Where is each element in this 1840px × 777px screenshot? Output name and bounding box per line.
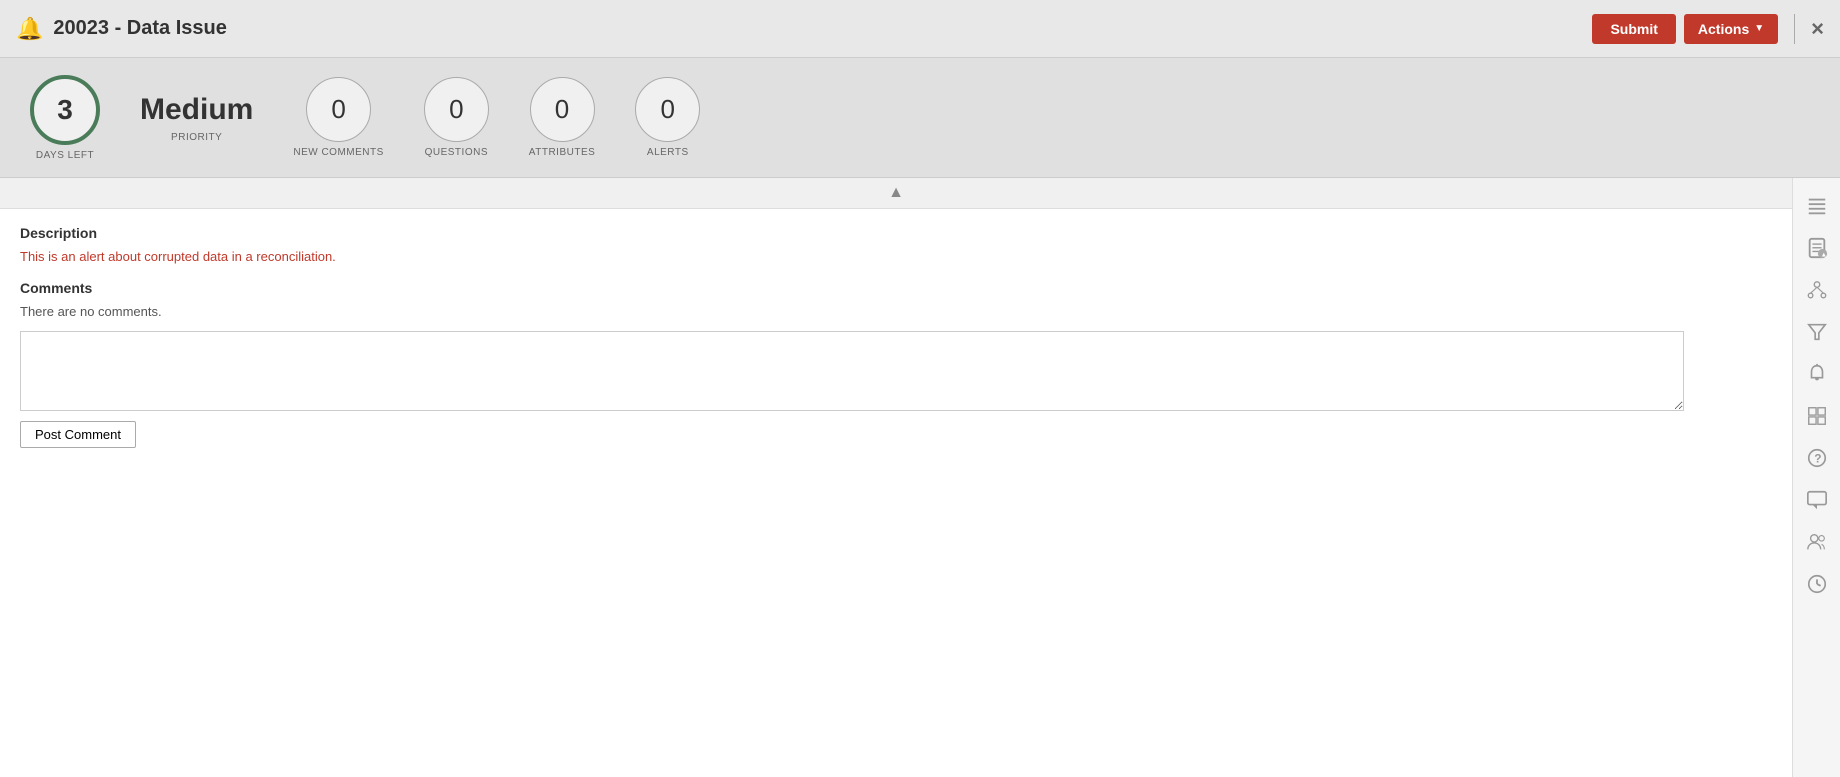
app-header: 🔔 20023 - Data Issue Submit Actions ×: [0, 0, 1840, 58]
list-icon[interactable]: [1797, 186, 1837, 226]
svg-text:▲: ▲: [1820, 251, 1826, 258]
svg-text:?: ?: [1814, 452, 1821, 466]
days-left-stat: 3 DAYS LEFT: [30, 75, 100, 161]
attributes-stat: 0 ATTRIBUTES: [529, 77, 595, 158]
question-icon[interactable]: ?: [1797, 438, 1837, 478]
description-text: This is an alert about corrupted data in…: [20, 249, 1772, 264]
description-section: Description This is an alert about corru…: [0, 209, 1792, 464]
priority-stat: Medium PRIORITY: [140, 93, 253, 143]
priority-value: Medium: [140, 93, 253, 127]
actions-button[interactable]: Actions: [1684, 14, 1778, 44]
users-icon[interactable]: [1797, 522, 1837, 562]
bell-icon: 🔔: [16, 16, 43, 42]
collapse-button[interactable]: ▲: [888, 184, 904, 202]
workflow-icon[interactable]: [1797, 270, 1837, 310]
header-actions: Submit Actions ×: [1592, 14, 1824, 44]
content-panel: ▲ Description This is an alert about cor…: [0, 178, 1792, 777]
questions-circle: 0: [424, 77, 489, 142]
new-comments-label: NEW COMMENTS: [293, 147, 383, 158]
stats-bar: 3 DAYS LEFT Medium PRIORITY 0 NEW COMMEN…: [0, 58, 1840, 178]
clock-icon[interactable]: [1797, 564, 1837, 604]
days-left-label: DAYS LEFT: [36, 150, 94, 161]
comment-textarea[interactable]: [20, 331, 1684, 411]
right-sidebar: ▲ ?: [1792, 178, 1840, 777]
new-comments-circle: 0: [306, 77, 371, 142]
days-left-circle: 3: [30, 75, 100, 145]
page-title: 20023 - Data Issue: [53, 17, 1592, 40]
filter-icon[interactable]: [1797, 312, 1837, 352]
alerts-circle: 0: [635, 77, 700, 142]
comment-icon[interactable]: [1797, 480, 1837, 520]
grid-icon[interactable]: [1797, 396, 1837, 436]
post-comment-button[interactable]: Post Comment: [20, 421, 136, 448]
main-area: ▲ Description This is an alert about cor…: [0, 178, 1840, 777]
attributes-circle: 0: [530, 77, 595, 142]
comments-heading: Comments: [20, 280, 1772, 296]
alerts-label: ALERTS: [647, 147, 689, 158]
description-heading: Description: [20, 225, 1772, 241]
header-divider: [1794, 14, 1795, 44]
report-icon[interactable]: ▲: [1797, 228, 1837, 268]
attributes-label: ATTRIBUTES: [529, 147, 595, 158]
close-button[interactable]: ×: [1811, 16, 1824, 42]
questions-stat: 0 QUESTIONS: [424, 77, 489, 158]
no-comments-text: There are no comments.: [20, 304, 1772, 319]
submit-button[interactable]: Submit: [1592, 14, 1675, 44]
new-comments-stat: 0 NEW COMMENTS: [293, 77, 383, 158]
collapse-bar: ▲: [0, 178, 1792, 209]
alerts-stat: 0 ALERTS: [635, 77, 700, 158]
questions-label: QUESTIONS: [425, 147, 488, 158]
notification-icon[interactable]: [1797, 354, 1837, 394]
priority-label: PRIORITY: [171, 132, 222, 143]
